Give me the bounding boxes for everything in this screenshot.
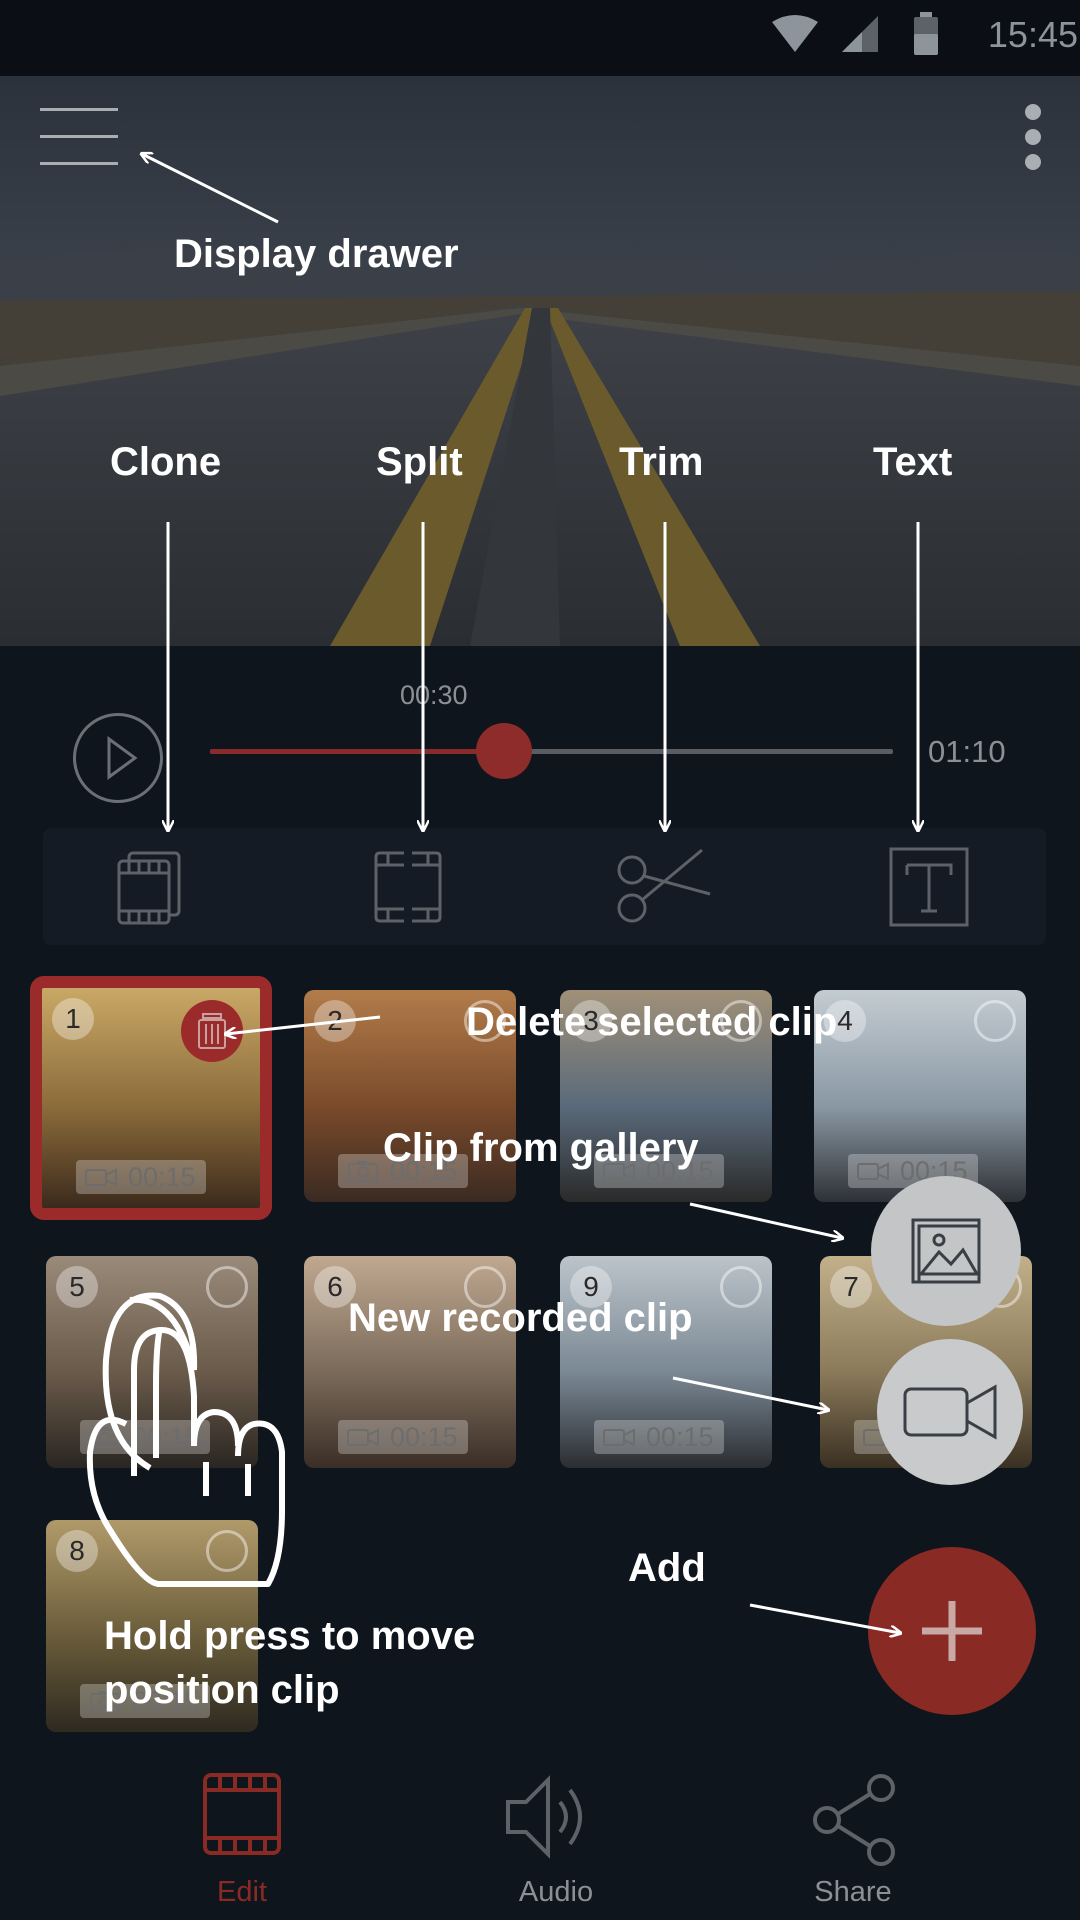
status-time: 15:45: [987, 14, 1078, 55]
clip-tile[interactable]: 6 00:15: [304, 1256, 516, 1468]
video-icon: [85, 1168, 117, 1187]
clip-duration-badge: 00:15: [76, 1160, 206, 1194]
clip-number: 5: [56, 1266, 98, 1308]
nav-edit[interactable]: Edit: [122, 1760, 362, 1920]
annotation-new-recorded-clip: New recorded clip: [348, 1296, 693, 1340]
nav-audio-label: Audio: [518, 1876, 594, 1908]
nav-share[interactable]: Share: [733, 1760, 973, 1920]
clip-number: 7: [830, 1266, 872, 1308]
annotation-delete-clip: Delete selected clip: [466, 1000, 838, 1044]
share-icon: [813, 1774, 895, 1866]
annotation-hold-press-line1: Hold press to move: [104, 1614, 476, 1658]
clip-select-checkbox[interactable]: [720, 1266, 762, 1308]
total-time: 01:10: [928, 734, 1006, 769]
clip-select-checkbox[interactable]: [206, 1530, 248, 1572]
video-camera-icon: [903, 1384, 997, 1440]
trash-icon: [198, 1013, 226, 1049]
menu-button[interactable]: [40, 108, 120, 170]
annotation-add: Add: [628, 1546, 706, 1590]
camera-icon: [348, 1161, 378, 1182]
current-time: 00:30: [400, 680, 468, 710]
battery-icon: [914, 12, 938, 55]
text-button[interactable]: [874, 828, 984, 945]
video-preview[interactable]: [0, 76, 1080, 646]
video-icon: [603, 1428, 635, 1447]
annotation-hold-press-line2: position clip: [104, 1668, 340, 1712]
trim-button[interactable]: [610, 828, 720, 945]
delete-clip-button[interactable]: [181, 1000, 243, 1062]
seek-progress: [210, 749, 504, 754]
wifi-icon: [772, 15, 818, 52]
clip-duration: 00:15: [132, 1421, 200, 1452]
add-clip-button[interactable]: [868, 1547, 1036, 1715]
text-icon: [889, 847, 969, 926]
clip-duration-badge: 00:15: [80, 1420, 210, 1454]
clip-select-checkbox[interactable]: [974, 1000, 1016, 1042]
nav-audio[interactable]: Audio: [436, 1760, 676, 1920]
clip-duration: 00:15: [646, 1421, 714, 1452]
clip-number: 8: [56, 1530, 98, 1572]
clip-duration: 00:15: [390, 1421, 458, 1452]
edit-toolbar: [43, 828, 1046, 945]
seek-bar[interactable]: [210, 723, 893, 779]
record-video-button[interactable]: [877, 1339, 1023, 1485]
seek-thumb[interactable]: [475, 723, 532, 779]
annotation-clip-from-gallery: Clip from gallery: [383, 1126, 699, 1170]
bottom-navigation: Edit Audio Share: [0, 1760, 1080, 1920]
speaker-icon: [506, 1775, 582, 1859]
clip-tile[interactable]: 4 00:15: [814, 990, 1026, 1202]
split-button[interactable]: [353, 828, 463, 945]
clip-number: 2: [314, 1000, 356, 1042]
nav-share-label: Share: [814, 1876, 892, 1908]
annotation-text: Text: [873, 440, 953, 484]
annotation-clone: Clone: [110, 440, 222, 484]
nav-edit-label: Edit: [217, 1876, 267, 1908]
trim-icon: [617, 848, 711, 922]
plus-icon: [922, 1601, 982, 1661]
annotation-split: Split: [376, 440, 463, 484]
film-icon: [203, 1773, 281, 1855]
play-icon: [107, 736, 138, 780]
clone-icon: [117, 851, 181, 924]
clip-duration-badge: 00:15: [594, 1420, 724, 1454]
clip-duration-badge: 00:15: [338, 1420, 468, 1454]
split-icon: [374, 851, 442, 922]
clone-button[interactable]: [94, 828, 204, 945]
play-button[interactable]: [73, 713, 163, 803]
clip-number: 1: [52, 998, 94, 1040]
annotation-trim: Trim: [619, 440, 704, 484]
clip-duration: 00:15: [128, 1161, 196, 1192]
video-icon: [347, 1428, 379, 1447]
preview-image: [0, 76, 1080, 646]
annotation-display-drawer: Display drawer: [174, 232, 459, 276]
clip-select-checkbox[interactable]: [206, 1266, 248, 1308]
signal-icon: [842, 16, 878, 52]
gallery-icon: [911, 1218, 981, 1284]
clip-tile[interactable]: 9 00:15: [560, 1256, 772, 1468]
add-from-gallery-button[interactable]: [871, 1176, 1021, 1326]
clip-tile[interactable]: 5 00:15: [46, 1256, 258, 1468]
status-bar: 15:45: [0, 0, 1080, 76]
camera-icon: [90, 1427, 120, 1448]
more-options-button[interactable]: [1018, 104, 1048, 174]
